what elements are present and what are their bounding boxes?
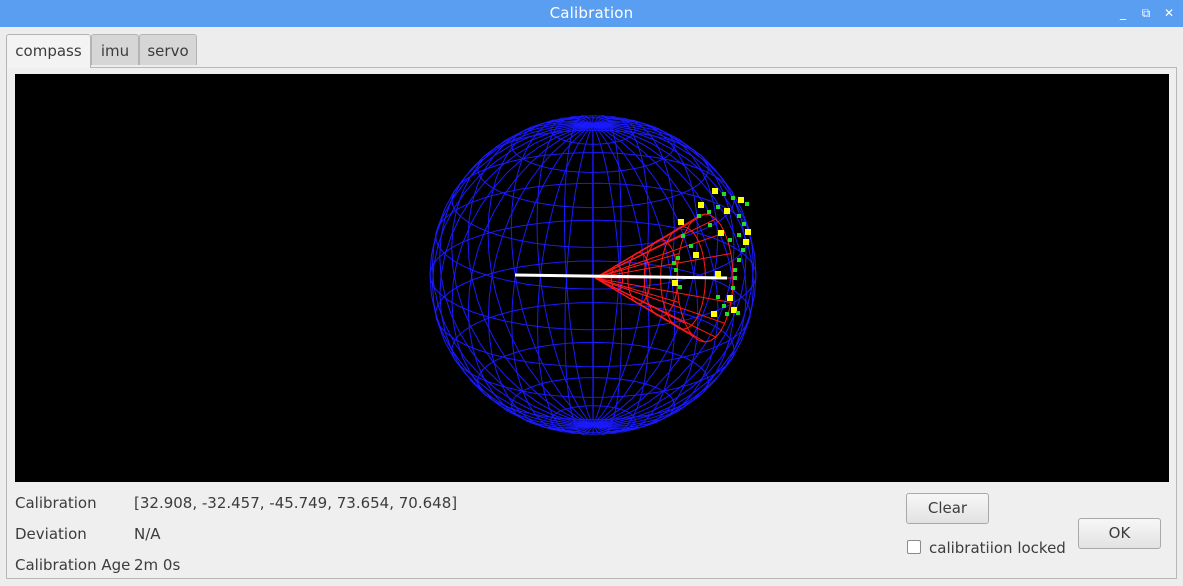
ok-button[interactable]: OK bbox=[1078, 518, 1161, 549]
calibration-sample-point bbox=[745, 229, 751, 235]
calibration-sample-point bbox=[672, 261, 676, 265]
calibration-sample-point bbox=[678, 285, 682, 289]
calibration-sample-point bbox=[733, 268, 737, 272]
calibration-locked-label[interactable]: calibratiion locked bbox=[929, 539, 1066, 557]
calibration-sample-point bbox=[736, 311, 740, 315]
calibration-sample-point bbox=[737, 258, 741, 262]
calibration-sample-point bbox=[738, 197, 744, 203]
calibration-sphere-plot bbox=[429, 115, 757, 435]
calibration-sample-point bbox=[712, 188, 718, 194]
calibration-sample-point bbox=[672, 280, 678, 286]
calibration-sample-point bbox=[742, 222, 746, 226]
calibration-sample-point bbox=[722, 304, 726, 308]
calibration-sample-point bbox=[697, 214, 701, 218]
calibration-sample-point bbox=[737, 233, 741, 237]
clear-button[interactable]: Clear bbox=[906, 493, 989, 524]
calibration-locked-checkbox[interactable] bbox=[907, 540, 921, 554]
calibration-sample-point bbox=[708, 223, 712, 227]
calibration-sample-point bbox=[731, 286, 735, 290]
calibration-sample-point bbox=[715, 271, 721, 277]
calibration-sample-point bbox=[693, 252, 699, 258]
deviation-value: N/A bbox=[134, 525, 161, 543]
calibration-sample-point bbox=[681, 234, 685, 238]
calibration-sample-point bbox=[731, 196, 735, 200]
heading-axis-line bbox=[514, 273, 728, 280]
deviation-label: Deviation bbox=[15, 525, 87, 543]
compass-3d-view[interactable] bbox=[15, 74, 1169, 482]
tab-compass[interactable]: compass bbox=[6, 34, 91, 68]
close-icon[interactable]: ✕ bbox=[1161, 5, 1177, 21]
calibration-label: Calibration bbox=[15, 494, 97, 512]
tab-imu[interactable]: imu bbox=[91, 34, 139, 65]
calibration-age-label: Calibration Age bbox=[15, 556, 131, 574]
minimize-icon[interactable]: _ bbox=[1115, 5, 1131, 21]
calibration-sample-point bbox=[676, 256, 680, 260]
calibration-sample-point bbox=[678, 219, 684, 225]
calibration-sample-point bbox=[741, 248, 745, 252]
calibration-sample-point bbox=[743, 239, 749, 245]
title-bar[interactable]: Calibration _ ⧉ ✕ bbox=[0, 0, 1183, 27]
calibration-sample-point bbox=[711, 311, 717, 317]
calibration-sample-point bbox=[716, 205, 720, 209]
calibration-sample-point bbox=[725, 312, 729, 316]
calibration-sample-point bbox=[733, 276, 737, 280]
calibration-sample-point bbox=[674, 268, 678, 272]
calibration-sample-point bbox=[728, 238, 732, 242]
window-title: Calibration bbox=[549, 4, 634, 22]
calibration-sample-point bbox=[718, 230, 724, 236]
calibration-sample-point bbox=[689, 244, 693, 248]
calibration-sample-point bbox=[707, 210, 711, 214]
maximize-icon[interactable]: ⧉ bbox=[1138, 5, 1154, 21]
calibration-sample-point bbox=[724, 208, 730, 214]
calibration-sample-point bbox=[698, 202, 704, 208]
calibration-sample-point bbox=[745, 202, 749, 206]
calibration-sample-point bbox=[737, 214, 741, 218]
calibration-sample-point bbox=[727, 295, 733, 301]
tab-servo[interactable]: servo bbox=[139, 34, 197, 65]
calibration-value: [32.908, -32.457, -45.749, 73.654, 70.64… bbox=[134, 494, 458, 512]
calibration-age-value: 2m 0s bbox=[134, 556, 181, 574]
calibration-sample-point bbox=[722, 192, 726, 196]
calibration-sample-point bbox=[716, 295, 720, 299]
